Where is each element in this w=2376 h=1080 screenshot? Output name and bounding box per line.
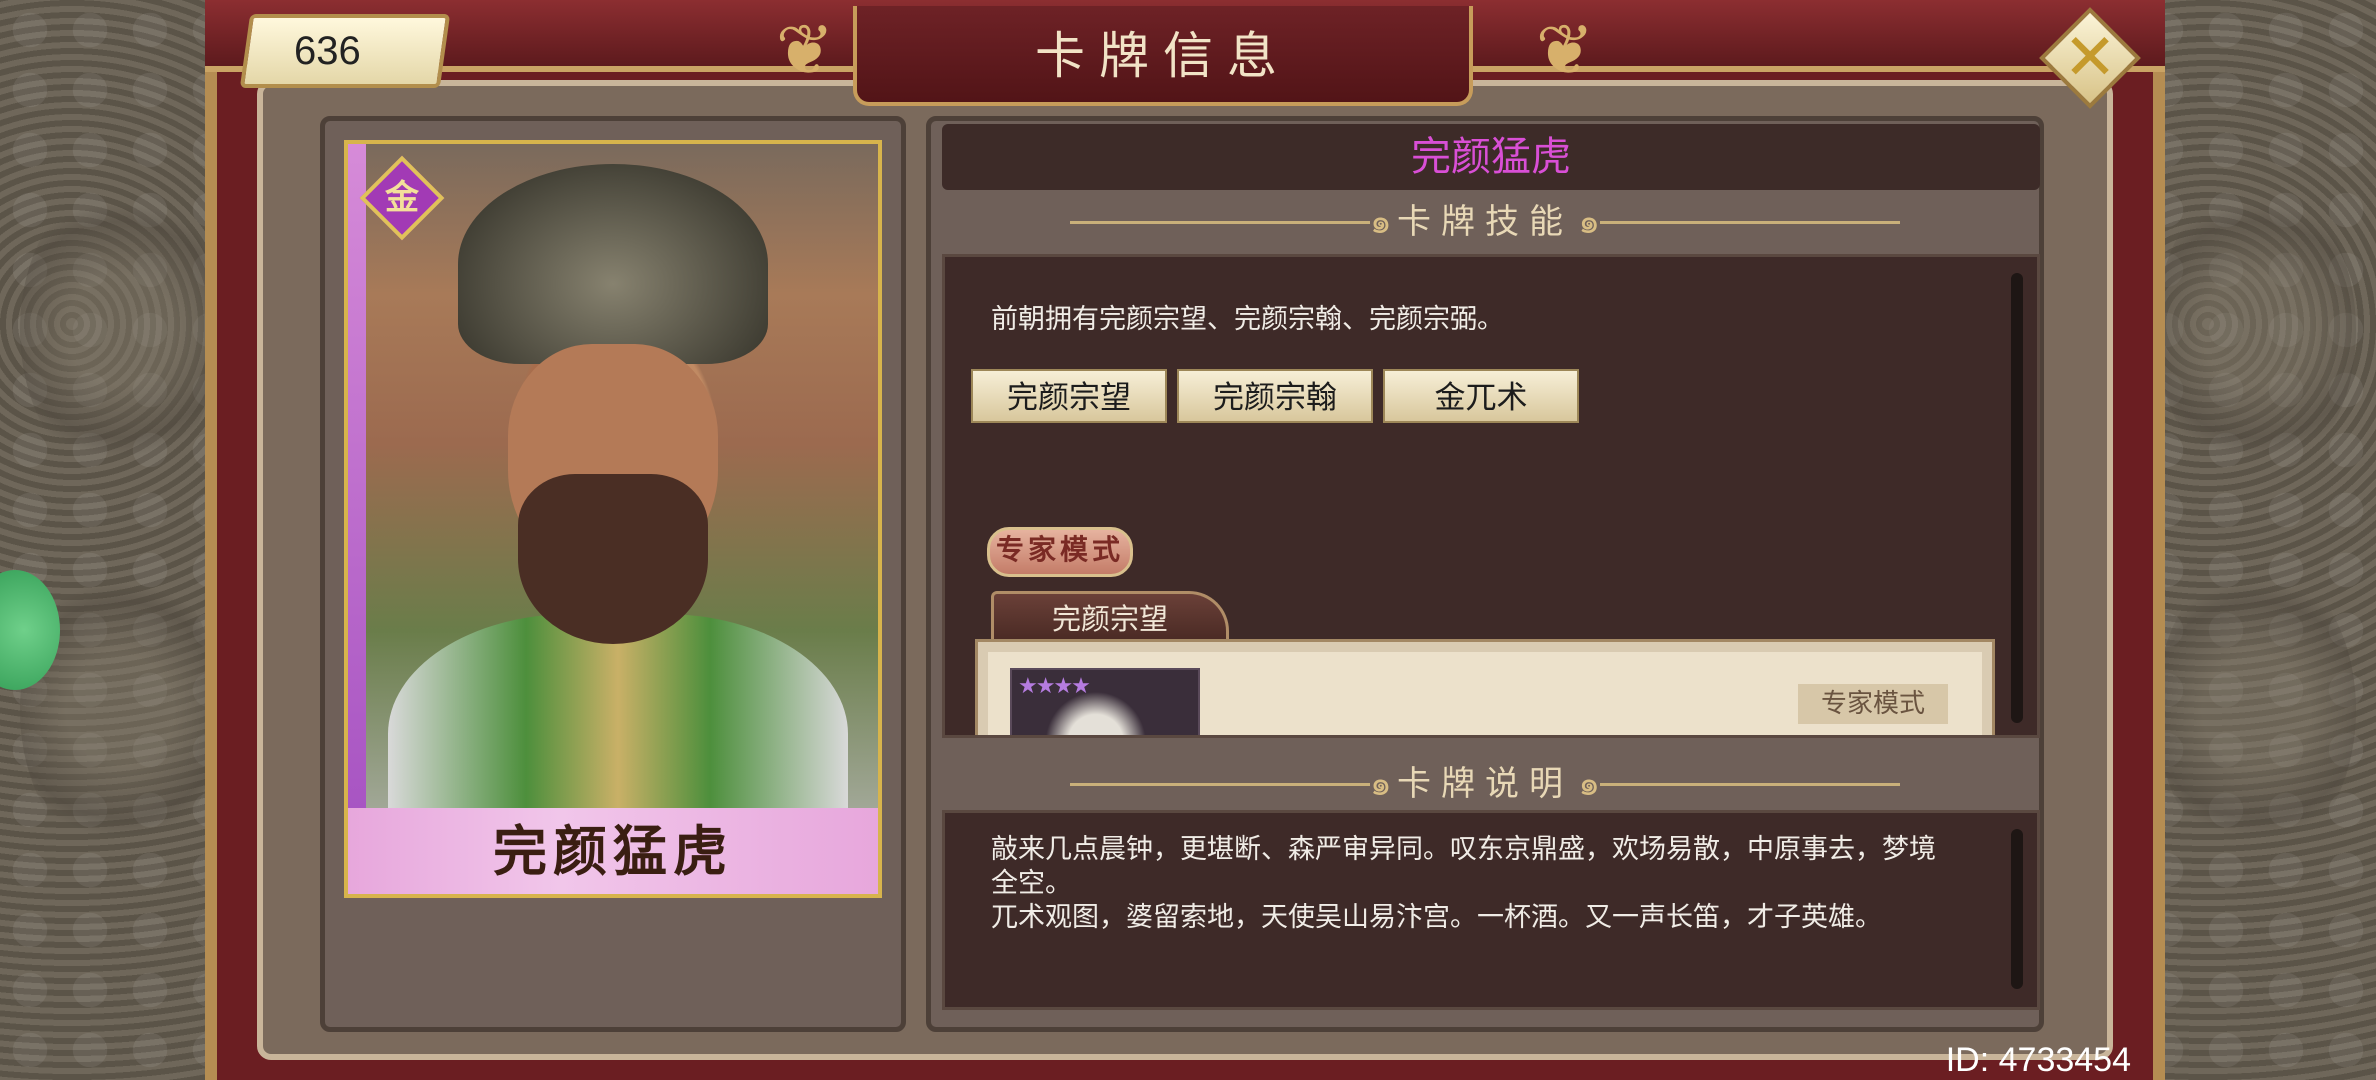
skill-scrollbar[interactable] xyxy=(2011,273,2023,723)
related-card-button[interactable]: 完颜宗望 xyxy=(971,369,1167,423)
faction-emblem-icon: 金 xyxy=(359,155,445,241)
desc-heading-text: 卡牌说明 xyxy=(1397,764,1573,804)
desc-scrollbar[interactable] xyxy=(2011,829,2023,989)
left-decor-panel xyxy=(0,0,240,1080)
related-card-button[interactable]: 金兀术 xyxy=(1383,369,1579,423)
dragon-decor xyxy=(2156,180,2356,480)
swirl-ornament-icon: ๑ xyxy=(1578,764,1600,804)
skill-heading-text: 卡牌技能 xyxy=(1397,202,1573,242)
swirl-ornament-icon: ๑ xyxy=(1578,202,1600,242)
score-value: 636 xyxy=(294,29,361,73)
scroll-ornament-icon: ❦ xyxy=(1535,9,1595,91)
tab-active-card[interactable]: 完颜宗望 xyxy=(991,591,1229,641)
scroll-ornament-icon: ❦ xyxy=(775,9,835,91)
related-cards: 完颜宗望 完颜宗翰 金兀术 xyxy=(971,369,1589,423)
player-id: ID: 4733454 xyxy=(1945,1041,2131,1079)
title-plate: 卡牌信息 xyxy=(853,6,1473,106)
tab-content: ★★★★ 专家模式 xyxy=(975,639,1995,735)
expert-mode-label: 专家模式 xyxy=(1798,684,1948,724)
card-portrait[interactable]: 金 完颜猛虎 xyxy=(344,140,882,898)
card-name-bar: 完颜猛虎 xyxy=(348,808,878,894)
page-title: 卡牌信息 xyxy=(1035,27,1291,85)
skill-box: 前朝拥有完颜宗望、完颜宗翰、完颜宗弼。 完颜宗望 完颜宗翰 金兀术 专家模式 完颜宗… xyxy=(942,254,2040,738)
card-thumbnail[interactable]: ★★★★ xyxy=(1010,668,1200,735)
faction-char: 金 xyxy=(385,178,419,218)
hero-name: 完颜猛虎 xyxy=(942,124,2040,190)
swirl-ornament-icon: ๑ xyxy=(1370,764,1392,804)
description-text: 敲来几点晨钟，更堪断、森严审异同。叹东京鼎盛，欢场易散，中原事去，梦境全空。 兀… xyxy=(991,833,1951,935)
description-line: 敲来几点晨钟，更堪断、森严审异同。叹东京鼎盛，欢场易散，中原事去，梦境全空。 xyxy=(991,834,1936,899)
description-line: 兀术观图，婆留索地，天使吴山易汴宫。一杯酒。又一声长笛，才子英雄。 xyxy=(991,902,1882,933)
score-plate: 636 xyxy=(239,14,451,88)
top-bar: ❦ 卡牌信息 ❦ xyxy=(205,0,2165,110)
right-decor-panel xyxy=(2136,0,2376,1080)
expert-mode-tag: 专家模式 xyxy=(987,527,1133,577)
desc-heading: ๑ 卡牌说明 ๑ xyxy=(1070,762,1900,806)
portrait-beard xyxy=(518,474,708,644)
related-card-button[interactable]: 完颜宗翰 xyxy=(1177,369,1373,423)
dragon-decor xyxy=(20,180,220,480)
close-button[interactable]: ✕ xyxy=(2039,7,2141,109)
skill-text: 前朝拥有完颜宗望、完颜宗翰、完颜宗弼。 xyxy=(991,304,1504,335)
card-name: 完颜猛虎 xyxy=(493,819,733,883)
swirl-ornament-icon: ๑ xyxy=(1370,202,1392,242)
star-rating-icon: ★★★★ xyxy=(1018,674,1091,699)
skill-heading: ๑ 卡牌技能 ๑ xyxy=(1070,200,1900,244)
portrait-helmet xyxy=(458,164,768,364)
description-box: 敲来几点晨钟，更堪断、森严审异同。叹东京鼎盛，欢场易散，中原事去，梦境全空。 兀… xyxy=(942,810,2040,1010)
close-x-icon: ✕ xyxy=(2063,21,2117,95)
card-rarity-edge xyxy=(348,144,366,894)
dragon-decor xyxy=(2156,560,2356,860)
